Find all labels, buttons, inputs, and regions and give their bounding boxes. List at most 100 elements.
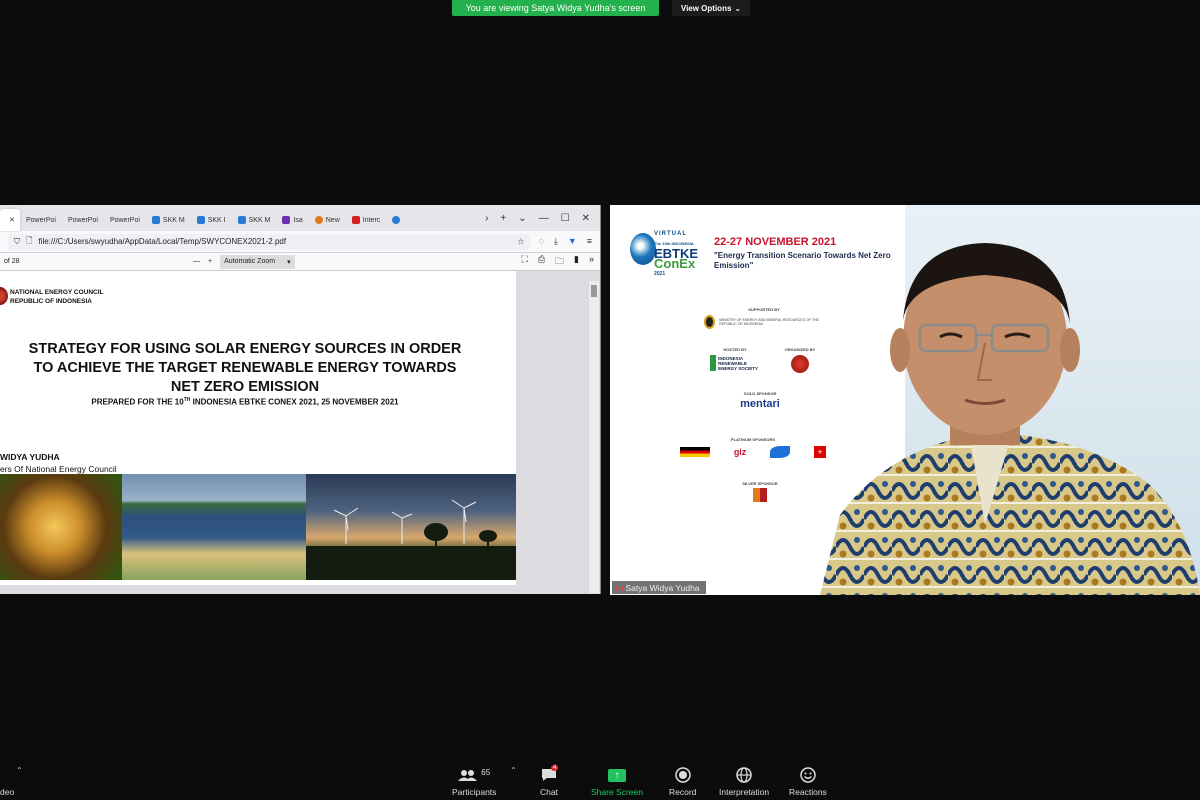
author-role: ers Of National Energy Council <box>0 464 117 474</box>
participants-icon: 65 <box>458 766 490 784</box>
tab-label: Interc <box>362 216 381 224</box>
more-tools-icon[interactable]: » <box>589 254 594 270</box>
solar-bulb-photo <box>0 474 122 580</box>
file-icon: 🗋 <box>26 235 33 245</box>
logo-conex: ConEx <box>654 256 696 271</box>
skk-icon <box>196 216 205 224</box>
view-options-button[interactable]: View Options ⌄ <box>672 0 750 16</box>
tab-skk-2[interactable]: SKK I <box>191 209 232 231</box>
zoom-out-icon[interactable]: — <box>193 258 200 265</box>
hosted-by-block: HOSTED BY INDONESIA RENEWABLE ENERGY SOC… <box>710 347 760 371</box>
extension-icon[interactable]: ▼ <box>568 236 577 247</box>
tab-new[interactable]: New <box>309 209 346 231</box>
firefox-icon <box>314 216 323 224</box>
interpretation-button[interactable]: Interpretation <box>719 766 769 797</box>
pdf-scrollbar[interactable] <box>589 281 599 593</box>
subtitle-prefix: PREPARED FOR THE 10 <box>91 397 184 407</box>
logo-virtual: VIRTUAL <box>654 231 687 237</box>
pdf-right-icons: ⛶ ⎙ 🗀 ▮ » <box>522 254 595 270</box>
tab-interc[interactable]: Interc <box>346 209 387 231</box>
tab-skk-3[interactable]: SKK M <box>232 209 277 231</box>
video-label: deo <box>0 787 15 797</box>
ebtke-conex-logo: VIRTUAL The 10th INDONESIA EBTKE ConEx 2… <box>630 229 702 277</box>
chat-button[interactable]: 4 Chat <box>540 765 559 797</box>
chevron-down-icon: ▾ <box>287 258 291 266</box>
pocket-icon[interactable]: ◌ <box>538 236 543 247</box>
share-screen-label: Share Screen <box>591 787 643 797</box>
zoom-controls: — + Automatic Zoom ▾ <box>193 254 295 269</box>
participants-count: 65 <box>481 767 491 777</box>
tab-powerpoint-2[interactable]: PowerPoi <box>62 209 104 231</box>
browser-tab-bar: ✕ PowerPoi PowerPoi PowerPoi SKK M SKK I… <box>0 205 600 231</box>
zoom-value: Automatic Zoom <box>224 258 276 265</box>
chat-label: Chat <box>540 787 558 797</box>
council-line-2: REPUBLIC OF INDONESIA <box>10 298 92 305</box>
tab-label: SKK M <box>248 216 271 224</box>
chevron-up-icon[interactable]: ⌃ <box>510 766 517 775</box>
wind-turbines-photo <box>306 474 516 580</box>
pdf-page: NATIONAL ENERGY COUNCIL REPUBLIC OF INDO… <box>0 271 516 585</box>
zoom-select[interactable]: Automatic Zoom ▾ <box>220 254 295 269</box>
reactions-button[interactable]: Reactions <box>789 766 827 797</box>
tab-powerpoint-3[interactable]: PowerPoi <box>104 209 146 231</box>
record-button[interactable]: Record <box>669 766 696 797</box>
tab-isa[interactable]: Isa <box>276 209 308 231</box>
solar-panels-photo <box>122 474 306 580</box>
scroll-thumb[interactable] <box>591 285 597 297</box>
skk-icon <box>151 216 160 224</box>
reactions-label: Reactions <box>789 787 827 797</box>
zoom-icon <box>392 216 401 224</box>
presentation-icon[interactable]: ⛶ <box>522 254 528 270</box>
shared-screen: ✕ PowerPoi PowerPoi PowerPoi SKK M SKK I… <box>0 205 601 594</box>
share-screen-icon: ↑ <box>607 766 626 784</box>
zoom-in-icon[interactable]: + <box>208 258 212 265</box>
chevron-right-icon[interactable]: › <box>485 213 488 224</box>
tab-label: Isa <box>293 216 303 224</box>
tab-skk-1[interactable]: SKK M <box>146 209 191 231</box>
view-options-label: View Options <box>680 3 732 13</box>
participant-name-tag: Satya Widya Yudha <box>612 581 706 594</box>
audio-level-icon <box>616 584 623 591</box>
tab-pdf[interactable]: ✕ <box>0 209 20 231</box>
emblem-icon <box>0 287 8 305</box>
close-window-icon[interactable]: ✕ <box>582 213 590 224</box>
chat-badge: 4 <box>550 765 559 771</box>
tab-label: PowerPoi <box>26 216 56 224</box>
menu-icon[interactable]: ≡ <box>587 236 592 247</box>
author-name: WIDYA YUDHA <box>0 452 60 462</box>
star-icon[interactable]: ☆ <box>517 237 524 246</box>
globe-icon <box>736 766 752 784</box>
document-title: STRATEGY FOR USING SOLAR ENERGY SOURCES … <box>28 341 462 395</box>
participant-name: Satya Widya Yudha <box>625 582 700 593</box>
tab-powerpoint-1[interactable]: PowerPoi <box>20 209 62 231</box>
meeting-toolbar: ⌃ deo 65 Participants ⌃ 4 Chat ↑ Share S… <box>0 760 1200 800</box>
participants-label: Participants <box>452 787 497 797</box>
yahoo-icon <box>282 216 291 224</box>
chevron-down-icon[interactable]: ⌄ <box>518 213 526 224</box>
video-button[interactable]: deo <box>0 766 14 797</box>
download-icon[interactable]: ⤓ <box>554 236 558 247</box>
silver-label: SILVER SPONSOR <box>742 481 778 486</box>
minimize-icon[interactable]: — <box>539 213 549 224</box>
chat-icon: 4 <box>541 765 559 784</box>
maximize-icon[interactable]: ☐ <box>561 213 570 224</box>
germany-flag-icon <box>679 447 710 457</box>
logo-text: VIRTUAL The 10th INDONESIA EBTKE ConEx 2… <box>654 229 698 279</box>
tab-zoom[interactable] <box>386 209 406 231</box>
url-text: file:///C:/Users/swyudha/AppData/Local/T… <box>38 237 287 246</box>
window-controls: › + ⌄ — ☐ ✕ <box>485 205 600 231</box>
pdf-viewer[interactable]: NATIONAL ENERGY COUNCIL REPUBLIC OF INDO… <box>0 271 600 594</box>
turbines-graphic <box>306 499 516 580</box>
tab-label: New <box>325 216 340 224</box>
participants-button[interactable]: 65 Participants <box>452 766 497 798</box>
url-field[interactable]: ⛉ 🗋 file:///C:/Users/swyudha/AppData/Loc… <box>8 233 531 250</box>
participant-video-tile[interactable]: VIRTUAL The 10th INDONESIA EBTKE ConEx 2… <box>610 205 1200 595</box>
bookmark-icon[interactable]: ▮ <box>574 254 579 270</box>
save-icon[interactable]: 🗀 <box>555 254 564 270</box>
smiley-icon <box>800 766 816 784</box>
close-icon[interactable]: ✕ <box>9 216 15 224</box>
share-screen-button[interactable]: ↑ Share Screen <box>591 766 643 797</box>
print-icon[interactable]: ⎙ <box>538 254 545 270</box>
chevron-up-icon[interactable]: ⌃ <box>16 766 23 775</box>
plus-icon[interactable]: + <box>500 213 506 224</box>
